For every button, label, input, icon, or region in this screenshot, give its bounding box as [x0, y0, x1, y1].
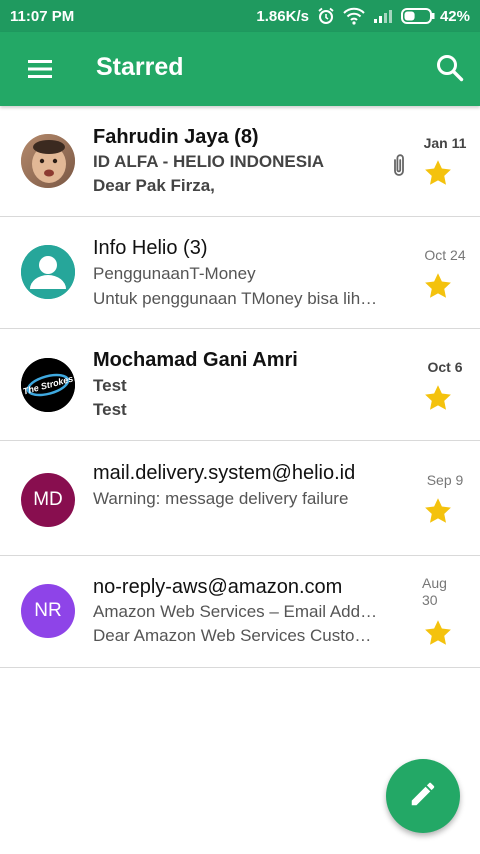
star-icon[interactable] [423, 383, 453, 413]
email-date: Oct 24 [424, 247, 466, 263]
email-sender: no-reply-aws@amazon.com [93, 576, 343, 598]
page-title: Starred [96, 53, 184, 81]
star-icon[interactable] [423, 496, 453, 526]
email-subject: PenggunaanT-Money [93, 264, 256, 283]
status-bar: 11:07 PM 1.86K/s 42% [0, 0, 480, 32]
email-row[interactable]: Fahrudin Jaya (8) ID ALFA - HELIO INDONE… [0, 106, 480, 217]
wifi-icon [343, 7, 365, 25]
email-subject: Test [93, 376, 127, 395]
status-time: 11:07 PM [10, 7, 75, 25]
email-subject: ID ALFA - HELIO INDONESIA [93, 152, 325, 171]
email-snippet: Test [93, 400, 127, 419]
app-bar: Starred [0, 32, 480, 106]
email-date: Jan 11 [423, 135, 467, 151]
email-list: Fahrudin Jaya (8) ID ALFA - HELIO INDONE… [0, 106, 480, 668]
email-row[interactable]: MD mail.delivery.system@helio.id Warning… [0, 441, 480, 556]
email-snippet: Dear Pak Firza, [93, 176, 215, 195]
email-subject: Amazon Web Services – Email Add… [93, 602, 378, 621]
star-icon[interactable] [423, 158, 453, 188]
email-sender: Info Helio (3) [93, 237, 208, 259]
email-date: Oct 6 [427, 359, 463, 375]
battery-percent: 42% [439, 7, 470, 25]
paperclip-icon [389, 152, 409, 178]
avatar-logo: The Strokes [21, 358, 75, 412]
star-icon[interactable] [423, 618, 453, 648]
network-speed: 1.86K/s [256, 7, 309, 25]
alarm-icon [317, 7, 335, 25]
avatar-photo [21, 134, 75, 188]
email-sender: Fahrudin Jaya (8) [93, 126, 259, 148]
email-date: Aug 30 [422, 575, 447, 608]
email-row[interactable]: NR no-reply-aws@amazon.com Amazon Web Se… [0, 556, 480, 668]
compose-button[interactable] [386, 759, 460, 833]
avatar-initials: MD [21, 473, 75, 527]
email-sender: mail.delivery.system@helio.id [93, 462, 356, 484]
star-icon[interactable] [423, 271, 453, 301]
email-row[interactable]: Info Helio (3) PenggunaanT-Money Untuk p… [0, 217, 480, 329]
pencil-compose-icon [408, 779, 438, 814]
hamburger-menu-icon[interactable] [26, 56, 58, 82]
email-date: Sep 9 [426, 472, 464, 488]
email-snippet: Untuk penggunaan TMoney bisa lih… [93, 289, 378, 308]
email-snippet: Dear Amazon Web Services Custo… [93, 626, 372, 645]
email-row[interactable]: The Strokes Mochamad Gani Amri Test Test… [0, 329, 480, 441]
email-sender: Mochamad Gani Amri [93, 349, 298, 371]
signal-icon [373, 8, 393, 24]
battery-icon [400, 8, 435, 24]
avatar-initials: NR [21, 584, 75, 638]
email-subject: Warning: message delivery failure [93, 489, 349, 508]
search-icon[interactable] [434, 52, 466, 84]
avatar-default-person [21, 245, 75, 299]
